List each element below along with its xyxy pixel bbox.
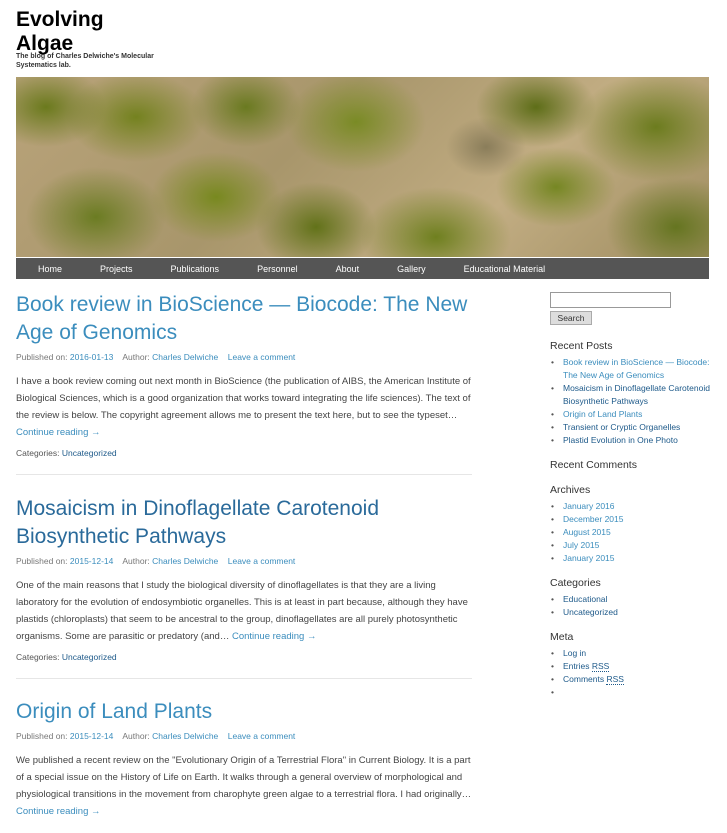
recent-posts-list: Book review in BioScience — Biocode: The… <box>550 356 715 447</box>
post-date-link[interactable]: 2015-12-14 <box>70 731 113 741</box>
search-input[interactable] <box>550 292 671 308</box>
widget-title: Archives <box>550 484 591 496</box>
post-excerpt-text: We published a recent review on the "Evo… <box>16 755 472 800</box>
post-date-link[interactable]: 2015-12-14 <box>70 556 113 566</box>
post-meta: Published on: 2016-01-13 Author: Charles… <box>16 351 472 363</box>
post-date-link[interactable]: 2016-01-13 <box>70 352 113 362</box>
published-label: Published on: <box>16 731 68 741</box>
list-item[interactable]: December 2015 <box>550 513 715 526</box>
category-link[interactable]: Uncategorized <box>62 652 117 662</box>
search-button[interactable]: Search <box>550 311 592 325</box>
rss-abbr: RSS <box>606 674 624 685</box>
published-label: Published on: <box>16 352 68 362</box>
list-item[interactable]: Educational <box>550 593 715 606</box>
nav-item-publications[interactable]: Publications <box>149 264 220 274</box>
list-item[interactable]: Plastid Evolution in One Photo <box>550 434 715 447</box>
post-categories: Categories: Uncategorized <box>16 447 472 459</box>
post-excerpt: One of the main reasons that I study the… <box>16 577 472 645</box>
author-link[interactable]: Charles Delwiche <box>152 556 218 566</box>
list-item[interactable]: July 2015 <box>550 539 715 552</box>
post: Book review in BioScience — Biocode: The… <box>16 290 472 475</box>
categories-label: Categories: <box>16 652 60 662</box>
header-banner-image <box>16 77 709 257</box>
comments-rss-link[interactable]: Comments RSS <box>550 673 715 686</box>
list-item[interactable]: Transient or Cryptic Organelles <box>550 421 715 434</box>
categories-label: Categories: <box>16 448 60 458</box>
leave-comment-link[interactable]: Leave a comment <box>228 352 296 362</box>
recent-comments-widget: Recent Comments <box>550 459 715 472</box>
post-title-link[interactable]: Origin of Land Plants <box>16 700 212 723</box>
post: Origin of Land Plants Published on: 2015… <box>16 697 472 820</box>
post: Mosaicism in Dinoflagellate Carotenoid B… <box>16 494 472 679</box>
widget-title: Categories <box>550 577 601 589</box>
rss-abbr: RSS <box>591 661 610 672</box>
nav-item-home[interactable]: Home <box>16 264 62 274</box>
site-description: The blog of Charles Delwiche's Molecular… <box>16 53 154 69</box>
categories-list: Educational Uncategorized <box>550 593 715 619</box>
recent-posts-widget: Recent Posts Book review in BioScience —… <box>550 340 715 447</box>
widget-title: Recent Comments <box>550 459 637 471</box>
main-navigation: Home Projects Publications Personnel Abo… <box>16 258 709 279</box>
category-link[interactable]: Uncategorized <box>62 448 117 458</box>
meta-list: Log in Entries RSS Comments RSS <box>550 647 715 699</box>
post-meta: Published on: 2015-12-14 Author: Charles… <box>16 730 472 742</box>
archives-widget: Archives January 2016 December 2015 Augu… <box>550 484 715 565</box>
list-item[interactable]: January 2015 <box>550 552 715 565</box>
author-label: Author: <box>122 556 150 566</box>
login-link[interactable]: Log in <box>550 647 715 660</box>
nav-item-about[interactable]: About <box>314 264 360 274</box>
leave-comment-link[interactable]: Leave a comment <box>228 556 296 566</box>
entries-label: Entries <box>563 661 590 671</box>
author-label: Author: <box>122 731 150 741</box>
continue-reading-link[interactable]: Continue reading → <box>16 427 101 438</box>
comments-label: Comments <box>563 674 605 684</box>
nav-item-projects[interactable]: Projects <box>78 264 133 274</box>
nav-item-personnel[interactable]: Personnel <box>235 264 298 274</box>
widget-title: Meta <box>550 631 574 643</box>
post-title-link[interactable]: Mosaicism in Dinoflagellate Carotenoid B… <box>16 497 379 548</box>
continue-reading-link[interactable]: Continue reading → <box>232 631 317 642</box>
list-item[interactable]: Uncategorized <box>550 606 715 619</box>
entries-rss-link[interactable]: Entries RSS <box>550 660 715 673</box>
published-label: Published on: <box>16 556 68 566</box>
post-excerpt: I have a book review coming out next mon… <box>16 373 472 441</box>
author-link[interactable]: Charles Delwiche <box>152 731 218 741</box>
post-title-link[interactable]: Book review in BioScience — Biocode: The… <box>16 293 467 344</box>
archives-list: January 2016 December 2015 August 2015 J… <box>550 500 715 565</box>
nav-item-gallery[interactable]: Gallery <box>375 264 426 274</box>
categories-widget: Categories Educational Uncategorized <box>550 577 715 619</box>
sidebar: Search Recent Posts Book review in BioSc… <box>550 292 715 699</box>
widget-title: Recent Posts <box>550 340 613 352</box>
list-item[interactable]: Book review in BioScience — Biocode: The… <box>550 356 715 382</box>
list-item[interactable]: January 2016 <box>550 500 715 513</box>
post-categories: Categories: Uncategorized <box>16 651 472 663</box>
author-label: Author: <box>122 352 150 362</box>
post-excerpt-text: I have a book review coming out next mon… <box>16 376 471 421</box>
continue-reading-link[interactable]: Continue reading → <box>16 806 101 817</box>
author-link[interactable]: Charles Delwiche <box>152 352 218 362</box>
post-meta: Published on: 2015-12-14 Author: Charles… <box>16 555 472 567</box>
site-title[interactable]: Evolving Algae <box>16 8 136 56</box>
nav-item-educational-material[interactable]: Educational Material <box>442 264 546 274</box>
list-item[interactable]: Mosaicism in Dinoflagellate Carotenoid B… <box>550 382 715 408</box>
list-item[interactable]: August 2015 <box>550 526 715 539</box>
leave-comment-link[interactable]: Leave a comment <box>228 731 296 741</box>
post-excerpt: We published a recent review on the "Evo… <box>16 752 472 820</box>
meta-widget: Meta Log in Entries RSS Comments RSS <box>550 631 715 699</box>
list-item[interactable]: Origin of Land Plants <box>550 408 715 421</box>
main-content: Book review in BioScience — Biocode: The… <box>16 290 472 820</box>
